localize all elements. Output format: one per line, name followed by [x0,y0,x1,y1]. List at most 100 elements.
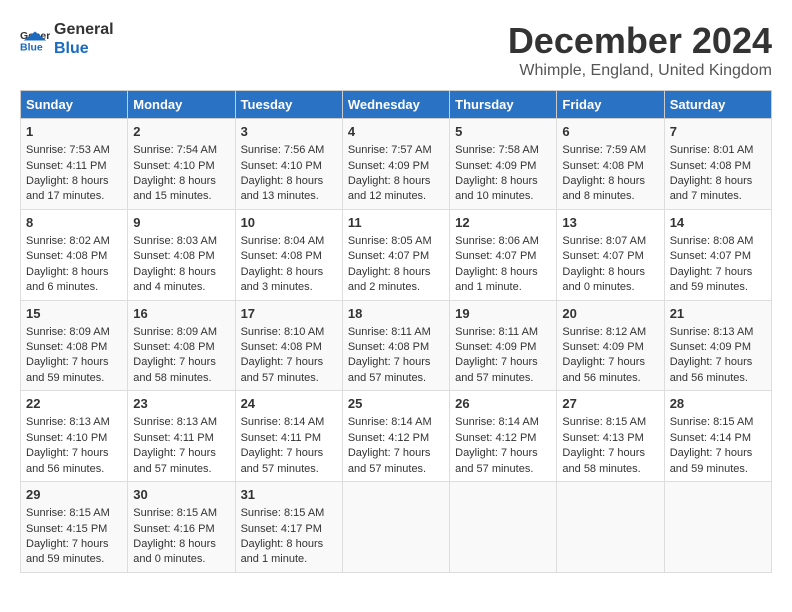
daylight: Daylight: 8 hours and 10 minutes. [455,175,538,202]
sunrise: Sunrise: 8:07 AM [562,235,646,247]
sunset: Sunset: 4:16 PM [133,523,214,535]
day-number: 5 [455,123,551,141]
sunrise: Sunrise: 8:09 AM [26,326,110,338]
header-day-thursday: Thursday [450,91,557,119]
logo: General Blue General Blue [20,20,114,58]
calendar-cell: 28Sunrise: 8:15 AMSunset: 4:14 PMDayligh… [664,391,771,482]
sunrise: Sunrise: 8:14 AM [241,416,325,428]
sunrise: Sunrise: 8:13 AM [133,416,217,428]
calendar-cell: 20Sunrise: 8:12 AMSunset: 4:09 PMDayligh… [557,300,664,391]
sunrise: Sunrise: 8:14 AM [348,416,432,428]
day-number: 8 [26,214,122,232]
calendar-cell: 12Sunrise: 8:06 AMSunset: 4:07 PMDayligh… [450,209,557,300]
day-number: 16 [133,305,229,323]
sunset: Sunset: 4:08 PM [348,341,429,353]
day-number: 15 [26,305,122,323]
daylight: Daylight: 7 hours and 56 minutes. [26,447,109,474]
sunset: Sunset: 4:08 PM [133,250,214,262]
sunrise: Sunrise: 7:54 AM [133,144,217,156]
day-number: 1 [26,123,122,141]
calendar-cell: 10Sunrise: 8:04 AMSunset: 4:08 PMDayligh… [235,209,342,300]
daylight: Daylight: 8 hours and 0 minutes. [133,538,216,565]
day-number: 22 [26,395,122,413]
sunset: Sunset: 4:09 PM [348,160,429,172]
day-number: 7 [670,123,766,141]
calendar-cell: 22 Sunrise: 8:13 AM Sunset: 4:10 PM Dayligh… [21,391,128,482]
day-number: 6 [562,123,658,141]
day-number: 17 [241,305,337,323]
day-number: 3 [241,123,337,141]
daylight: Daylight: 8 hours and 17 minutes. [26,175,109,202]
calendar-cell: 16Sunrise: 8:09 AMSunset: 4:08 PMDayligh… [128,300,235,391]
daylight: Daylight: 7 hours and 58 minutes. [133,356,216,383]
calendar-cell: 14Sunrise: 8:08 AMSunset: 4:07 PMDayligh… [664,209,771,300]
day-number: 25 [348,395,444,413]
sunset: Sunset: 4:07 PM [562,250,643,262]
sunrise: Sunrise: 8:13 AM [26,416,110,428]
sunset: Sunset: 4:14 PM [670,432,751,444]
daylight: Daylight: 8 hours and 1 minute. [241,538,324,565]
sunset: Sunset: 4:09 PM [670,341,751,353]
page-header: General Blue General Blue December 2024 … [20,20,772,80]
daylight: Daylight: 7 hours and 59 minutes. [670,266,753,293]
calendar-table: SundayMondayTuesdayWednesdayThursdayFrid… [20,90,772,573]
sunset: Sunset: 4:11 PM [133,432,214,444]
day-number: 14 [670,214,766,232]
daylight: Daylight: 7 hours and 57 minutes. [455,447,538,474]
calendar-cell: 17Sunrise: 8:10 AMSunset: 4:08 PMDayligh… [235,300,342,391]
sunrise: Sunrise: 7:56 AM [241,144,325,156]
week-row-4: 22 Sunrise: 8:13 AM Sunset: 4:10 PM Dayligh… [21,391,772,482]
sunrise: Sunrise: 8:03 AM [133,235,217,247]
calendar-cell: 9Sunrise: 8:03 AMSunset: 4:08 PMDaylight… [128,209,235,300]
sunrise: Sunrise: 8:04 AM [241,235,325,247]
daylight: Daylight: 8 hours and 13 minutes. [241,175,324,202]
daylight: Daylight: 7 hours and 57 minutes. [348,447,431,474]
daylight: Daylight: 7 hours and 56 minutes. [562,356,645,383]
svg-text:Blue: Blue [20,41,43,53]
sunrise: Sunrise: 8:15 AM [133,507,217,519]
sunset: Sunset: 4:08 PM [241,250,322,262]
day-number: 23 [133,395,229,413]
week-row-1: 1Sunrise: 7:53 AMSunset: 4:11 PMDaylight… [21,119,772,210]
logo-general: General [54,20,114,39]
sunrise: Sunrise: 8:01 AM [670,144,754,156]
daylight: Daylight: 7 hours and 57 minutes. [241,447,324,474]
sunset: Sunset: 4:07 PM [670,250,751,262]
day-number: 13 [562,214,658,232]
sunrise: Sunrise: 8:13 AM [670,326,754,338]
sunrise: Sunrise: 8:15 AM [26,507,110,519]
sunset: Sunset: 4:09 PM [562,341,643,353]
sunrise: Sunrise: 8:12 AM [562,326,646,338]
calendar-cell: 27Sunrise: 8:15 AMSunset: 4:13 PMDayligh… [557,391,664,482]
daylight: Daylight: 7 hours and 59 minutes. [26,356,109,383]
sunset: Sunset: 4:10 PM [26,432,107,444]
sunrise: Sunrise: 8:05 AM [348,235,432,247]
day-number: 4 [348,123,444,141]
calendar-cell: 18Sunrise: 8:11 AMSunset: 4:08 PMDayligh… [342,300,449,391]
day-number: 9 [133,214,229,232]
sunrise: Sunrise: 8:15 AM [562,416,646,428]
calendar-header: SundayMondayTuesdayWednesdayThursdayFrid… [21,91,772,119]
calendar-cell: 6Sunrise: 7:59 AMSunset: 4:08 PMDaylight… [557,119,664,210]
sunrise: Sunrise: 8:14 AM [455,416,539,428]
week-row-2: 8Sunrise: 8:02 AMSunset: 4:08 PMDaylight… [21,209,772,300]
calendar-cell: 7Sunrise: 8:01 AMSunset: 4:08 PMDaylight… [664,119,771,210]
sunrise: Sunrise: 8:15 AM [670,416,754,428]
daylight: Daylight: 7 hours and 59 minutes. [670,447,753,474]
calendar-cell: 24Sunrise: 8:14 AMSunset: 4:11 PMDayligh… [235,391,342,482]
day-number: 30 [133,486,229,504]
day-number: 26 [455,395,551,413]
daylight: Daylight: 7 hours and 57 minutes. [241,356,324,383]
sunrise: Sunrise: 8:06 AM [455,235,539,247]
sunset: Sunset: 4:09 PM [455,341,536,353]
calendar-cell: 2Sunrise: 7:54 AMSunset: 4:10 PMDaylight… [128,119,235,210]
calendar-cell: 11Sunrise: 8:05 AMSunset: 4:07 PMDayligh… [342,209,449,300]
week-row-3: 15 Sunrise: 8:09 AM Sunset: 4:08 PM Dayligh… [21,300,772,391]
day-number: 24 [241,395,337,413]
daylight: Daylight: 8 hours and 8 minutes. [562,175,645,202]
calendar-cell: 8Sunrise: 8:02 AMSunset: 4:08 PMDaylight… [21,209,128,300]
calendar-cell [557,482,664,573]
day-number: 19 [455,305,551,323]
calendar-cell [450,482,557,573]
calendar-cell [342,482,449,573]
